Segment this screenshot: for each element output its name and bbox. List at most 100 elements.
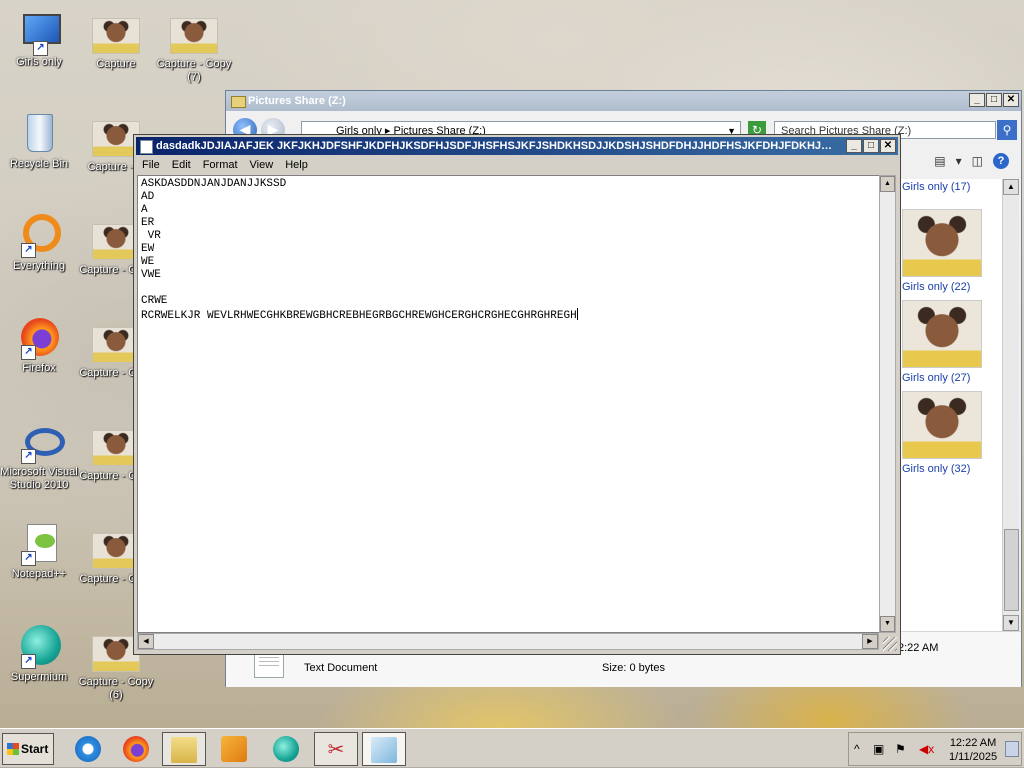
menu-bar: File Edit Format View Help <box>136 156 314 174</box>
taskbar-media-player[interactable] <box>212 732 256 766</box>
menu-edit[interactable]: Edit <box>166 156 197 174</box>
scroll-right-icon[interactable]: ▶ <box>862 634 878 649</box>
file-item[interactable]: Girls only (27) <box>902 300 992 384</box>
desktop-icon-capture[interactable]: Capture <box>77 12 155 71</box>
scroll-up-icon[interactable]: ▲ <box>1003 179 1019 195</box>
change-view-icon[interactable]: ▤ <box>934 154 945 168</box>
firefox-icon <box>123 736 149 762</box>
file-item[interactable]: Girls only (32) <box>902 391 992 475</box>
notepad-titlebar[interactable]: dasdadkJDJIAJAFJEK JKFJKHJDFSHFJKDFHJKSD… <box>136 137 898 155</box>
clock-time: 12:22 AM <box>949 737 997 749</box>
desktop-icon-everything[interactable]: ↗ Everything <box>0 214 78 273</box>
notepad-icon <box>140 140 153 154</box>
file-label[interactable]: Girls only (27) <box>902 372 992 384</box>
maximize-icon: □ <box>867 140 875 151</box>
scroll-left-icon[interactable]: ◀ <box>138 634 154 649</box>
preview-pane-icon[interactable]: ◫ <box>972 154 983 168</box>
maximize-button[interactable]: □ <box>863 139 879 153</box>
desktop-icon-label: Girls only <box>16 56 62 68</box>
close-button[interactable]: ✕ <box>880 139 896 153</box>
maximize-button[interactable]: □ <box>986 93 1002 107</box>
details-date: 2:22 AM <box>898 642 939 654</box>
menu-view[interactable]: View <box>244 156 280 174</box>
scroll-up-icon[interactable]: ▲ <box>880 176 895 192</box>
desktop-icon-girls-only[interactable]: ↗ Girls only <box>0 10 78 69</box>
notepad-window[interactable]: dasdadkJDJIAJAFJEK JKFJKHJDFSHFJKDFHJKSD… <box>133 134 901 655</box>
shortcut-arrow-icon: ↗ <box>21 345 36 360</box>
show-hidden-icons-icon[interactable]: ^ <box>854 742 860 756</box>
recycle-bin-icon <box>15 112 63 156</box>
image-thumbnail <box>902 209 982 277</box>
desktop-icon-label: Firefox <box>22 362 56 374</box>
folder-icon <box>171 737 197 763</box>
image-thumbnail <box>92 18 140 54</box>
computer-icon: ↗ <box>15 10 63 56</box>
scroll-down-icon[interactable]: ▼ <box>1003 615 1019 631</box>
scroll-down-icon[interactable]: ▼ <box>880 616 895 632</box>
desktop-icon-firefox[interactable]: ↗ Firefox <box>0 316 78 375</box>
scroll-thumb[interactable] <box>1004 529 1019 611</box>
explorer-scrollbar[interactable]: ▲ ▼ <box>1002 179 1019 631</box>
notepad-icon <box>371 737 397 763</box>
shortcut-arrow-icon: ↗ <box>33 41 48 56</box>
minimize-button[interactable]: _ <box>969 93 985 107</box>
desktop-icon-label: Everything <box>13 260 65 272</box>
taskbar: Start ✂ ^ ▣ ⚑ ◀x 12:22 AM 1/11/2025 <box>0 728 1024 768</box>
show-desktop-icon[interactable] <box>1005 741 1019 757</box>
desktop: ↗ Girls only Recycle Bin ↗ Everything ↗ … <box>0 0 1024 728</box>
desktop-icon-notepadpp[interactable]: ↗ Notepad++ <box>0 522 78 581</box>
search-button[interactable]: ⚲ <box>997 120 1017 140</box>
menu-format[interactable]: Format <box>197 156 244 174</box>
start-button[interactable]: Start <box>2 733 54 765</box>
supermium-icon: ↗ <box>15 625 63 669</box>
editor-content[interactable]: ASKDASDDNJANJDANJJKSSD AD A ER VR EW WE … <box>141 178 577 322</box>
taskbar-firefox[interactable] <box>114 732 158 766</box>
shortcut-arrow-icon: ↗ <box>21 449 36 464</box>
notepad-plus-plus-icon: ↗ <box>15 522 63 566</box>
desktop-icon-supermium[interactable]: ↗ Supermium <box>0 625 78 684</box>
explorer-title: Pictures Share (Z:) <box>248 95 346 107</box>
file-label[interactable]: Girls only (17) <box>902 181 992 193</box>
maximize-icon: □ <box>990 94 998 105</box>
close-button[interactable]: ✕ <box>1003 93 1019 107</box>
desktop-icon-label: Capture <box>96 58 136 70</box>
image-thumbnail <box>902 300 982 368</box>
file-label[interactable]: Girls only (32) <box>902 463 992 475</box>
menu-file[interactable]: File <box>136 156 166 174</box>
resize-grip-icon[interactable] <box>883 637 897 651</box>
minimize-icon: _ <box>974 94 980 105</box>
file-item[interactable]: Girls only (17) <box>902 177 992 193</box>
help-icon[interactable]: ? <box>993 153 1009 169</box>
network-icon[interactable]: ▣ <box>873 742 884 756</box>
desktop-icon-visual-studio[interactable]: ↗ Microsoft Visual Studio 2010 <box>0 420 78 492</box>
text-editor[interactable]: ASKDASDDNJANJDANJJKSSD AD A ER VR EW WE … <box>137 175 881 633</box>
file-label[interactable]: Girls only (22) <box>902 281 992 293</box>
details-type: Text Document <box>304 662 378 674</box>
action-center-flag-icon[interactable]: ⚑ <box>895 742 906 756</box>
taskbar-internet-explorer[interactable] <box>66 732 110 766</box>
menu-help[interactable]: Help <box>279 156 314 174</box>
supermium-icon <box>273 736 299 762</box>
everything-icon: ↗ <box>15 214 63 258</box>
taskbar-explorer[interactable] <box>162 732 206 766</box>
shortcut-arrow-icon: ↗ <box>21 243 36 258</box>
view-dropdown-icon[interactable]: ▾ <box>956 154 962 168</box>
desktop-icon-label: Capture - Copy (6) <box>78 676 154 701</box>
image-thumbnail <box>170 18 218 54</box>
taskbar-supermium[interactable] <box>264 732 308 766</box>
search-icon: ⚲ <box>1002 123 1012 137</box>
minimize-icon: _ <box>851 140 857 151</box>
desktop-icon-capture-copy-7[interactable]: Capture - Copy (7) <box>155 12 233 84</box>
explorer-titlebar[interactable]: Pictures Share (Z:) _ □ ✕ <box>226 91 1021 111</box>
volume-muted-icon[interactable]: ◀x <box>919 742 934 756</box>
editor-horizontal-scrollbar[interactable]: ◀ ▶ <box>137 633 879 650</box>
shortcut-arrow-icon: ↗ <box>21 654 36 669</box>
minimize-button[interactable]: _ <box>846 139 862 153</box>
clock[interactable]: 12:22 AM 1/11/2025 <box>949 736 997 764</box>
file-item[interactable]: Girls only (22) <box>902 209 992 293</box>
desktop-icon-recycle-bin[interactable]: Recycle Bin <box>0 112 78 171</box>
editor-vertical-scrollbar[interactable]: ▲ ▼ <box>879 175 896 633</box>
taskbar-snipping-tool[interactable]: ✂ <box>314 732 358 766</box>
windows-logo-icon <box>7 743 19 755</box>
taskbar-notepad[interactable] <box>362 732 406 766</box>
